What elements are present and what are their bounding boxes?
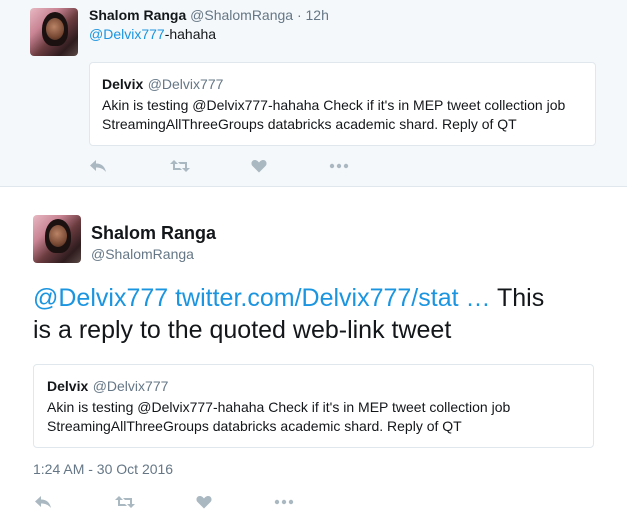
tweet-time[interactable]: · 12h — [297, 7, 329, 23]
url-link[interactable]: twitter.com/Delvix777/stat … — [175, 284, 490, 312]
mention-link[interactable]: @Delvix777 — [33, 284, 168, 312]
quoted-tweet[interactable]: Delvix @Delvix777 Akin is testing @Delvi… — [89, 62, 596, 146]
timeline-tweet[interactable]: Shalom Ranga @ShalomRanga · 12h @Delvix7… — [0, 0, 627, 187]
quoted-tweet[interactable]: Delvix @Delvix777 Akin is testing @Delvi… — [33, 364, 594, 448]
avatar-face — [49, 225, 67, 247]
tweet-text-line: is a reply to the quoted web-link tweet — [33, 316, 452, 344]
quote-text-line: StreamingAllThreeGroups databricks acade… — [47, 418, 462, 434]
avatar-face — [46, 18, 64, 40]
quote-author-name: Delvix — [47, 378, 89, 394]
tweet-header: Shalom Ranga @ShalomRanga · 12h — [89, 7, 329, 23]
more-icon[interactable] — [273, 493, 295, 511]
quote-header: Delvix @Delvix777 — [47, 378, 168, 396]
more-icon[interactable] — [328, 157, 350, 175]
mention-link[interactable]: @Delvix777 — [89, 26, 165, 42]
tweet-timestamp[interactable]: 1:24 AM - 30 Oct 2016 — [33, 461, 173, 477]
quote-header: Delvix @Delvix777 — [102, 76, 223, 94]
author-name[interactable]: Shalom Ranga — [89, 7, 186, 23]
quote-text-line: Akin is testing @Delvix777-hahaha Check … — [102, 97, 566, 113]
author-handle[interactable]: @ShalomRanga — [190, 7, 293, 23]
tweet-text: @Delvix777-hahaha — [89, 26, 216, 42]
retweet-icon[interactable] — [169, 157, 191, 175]
avatar[interactable] — [30, 8, 78, 56]
quote-author-handle: @Delvix777 — [147, 76, 224, 92]
tweet-text: @Delvix777 twitter.com/Delvix777/stat … … — [33, 282, 544, 346]
quote-text-line: Akin is testing @Delvix777-hahaha Check … — [47, 399, 511, 415]
quote-author-name: Delvix — [102, 76, 144, 92]
reply-icon[interactable] — [32, 493, 54, 511]
quote-text-line: StreamingAllThreeGroups databricks acade… — [102, 116, 517, 132]
tweet-text-body: -hahaha — [164, 26, 217, 42]
retweet-icon[interactable] — [114, 493, 136, 511]
avatar[interactable] — [33, 215, 81, 263]
reply-icon[interactable] — [87, 157, 109, 175]
like-icon[interactable] — [248, 157, 270, 175]
like-icon[interactable] — [193, 493, 215, 511]
tweet-text-body: This — [490, 284, 545, 312]
author-name[interactable]: Shalom Ranga — [91, 223, 216, 244]
author-handle[interactable]: @ShalomRanga — [91, 246, 194, 262]
quote-author-handle: @Delvix777 — [92, 378, 169, 394]
detail-tweet: Shalom Ranga @ShalomRanga @Delvix777 twi… — [0, 187, 627, 532]
tweet-text-line: @Delvix777 twitter.com/Delvix777/stat … … — [33, 282, 544, 314]
